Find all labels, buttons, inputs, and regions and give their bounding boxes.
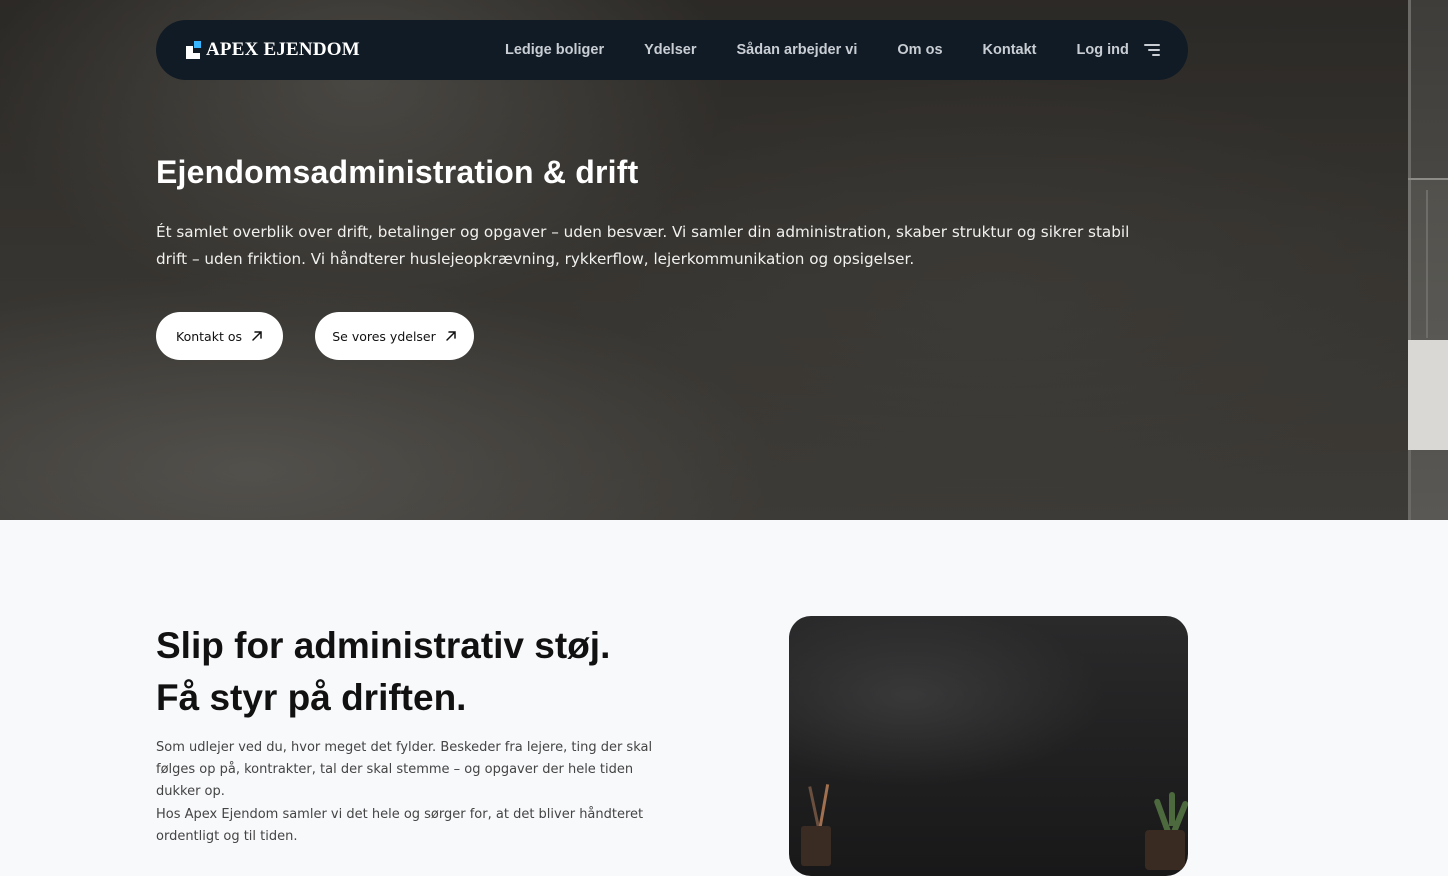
hero-section: APEX EJENDOM Ledige boliger Ydelser Såda… bbox=[0, 0, 1448, 520]
pencil-image-detail bbox=[817, 784, 830, 832]
intro-paragraph-1: Som udlejer ved du, hvor meget det fylde… bbox=[156, 740, 653, 799]
hero-balcony-slab bbox=[1408, 340, 1448, 450]
pencil-cup-image-detail bbox=[801, 826, 831, 866]
nav-item-ledige-boliger[interactable]: Ledige boliger bbox=[505, 42, 604, 58]
intro-title-line1: Slip for administrativ støj. bbox=[156, 625, 611, 666]
nav-item-saadan-arbejder-vi[interactable]: Sådan arbejder vi bbox=[737, 42, 858, 58]
top-navbar: APEX EJENDOM Ledige boliger Ydelser Såda… bbox=[156, 20, 1188, 80]
nav-item-log-ind[interactable]: Log ind bbox=[1077, 42, 1129, 58]
intro-title: Slip for administrativ støj. Få styr på … bbox=[156, 620, 610, 724]
hero-balcony-railing bbox=[1408, 178, 1448, 342]
brand-logo[interactable]: APEX EJENDOM bbox=[184, 39, 360, 61]
nav-links: Ledige boliger Ydelser Sådan arbejder vi… bbox=[505, 20, 1169, 80]
intro-title-line2: Få styr på driften. bbox=[156, 677, 467, 718]
arrow-up-right-icon bbox=[446, 331, 456, 341]
nav-item-kontakt[interactable]: Kontakt bbox=[983, 42, 1037, 58]
brand-name: APEX EJENDOM bbox=[206, 39, 360, 60]
plant-pot-image-detail bbox=[1145, 830, 1185, 870]
office-desk-image bbox=[789, 616, 1188, 876]
hamburger-menu-icon[interactable] bbox=[1144, 44, 1160, 56]
services-button-label: Se vores ydelser bbox=[332, 328, 436, 344]
contact-button-label: Kontakt os bbox=[176, 328, 242, 344]
hero-balcony-post bbox=[1426, 190, 1428, 338]
nav-item-om-os[interactable]: Om os bbox=[897, 42, 942, 58]
arrow-up-right-icon bbox=[252, 331, 262, 341]
hero-title: Ejendomsadministration & drift bbox=[156, 154, 639, 190]
services-button[interactable]: Se vores ydelser bbox=[315, 312, 474, 360]
hero-description: Ét samlet overblik over drift, betalinge… bbox=[156, 223, 1130, 268]
nav-item-ydelser[interactable]: Ydelser bbox=[644, 42, 696, 58]
logo-mark-icon bbox=[184, 41, 202, 59]
intro-paragraph-2: Hos Apex Ejendom samler vi det hele og s… bbox=[156, 807, 644, 844]
contact-button[interactable]: Kontakt os bbox=[156, 312, 283, 360]
